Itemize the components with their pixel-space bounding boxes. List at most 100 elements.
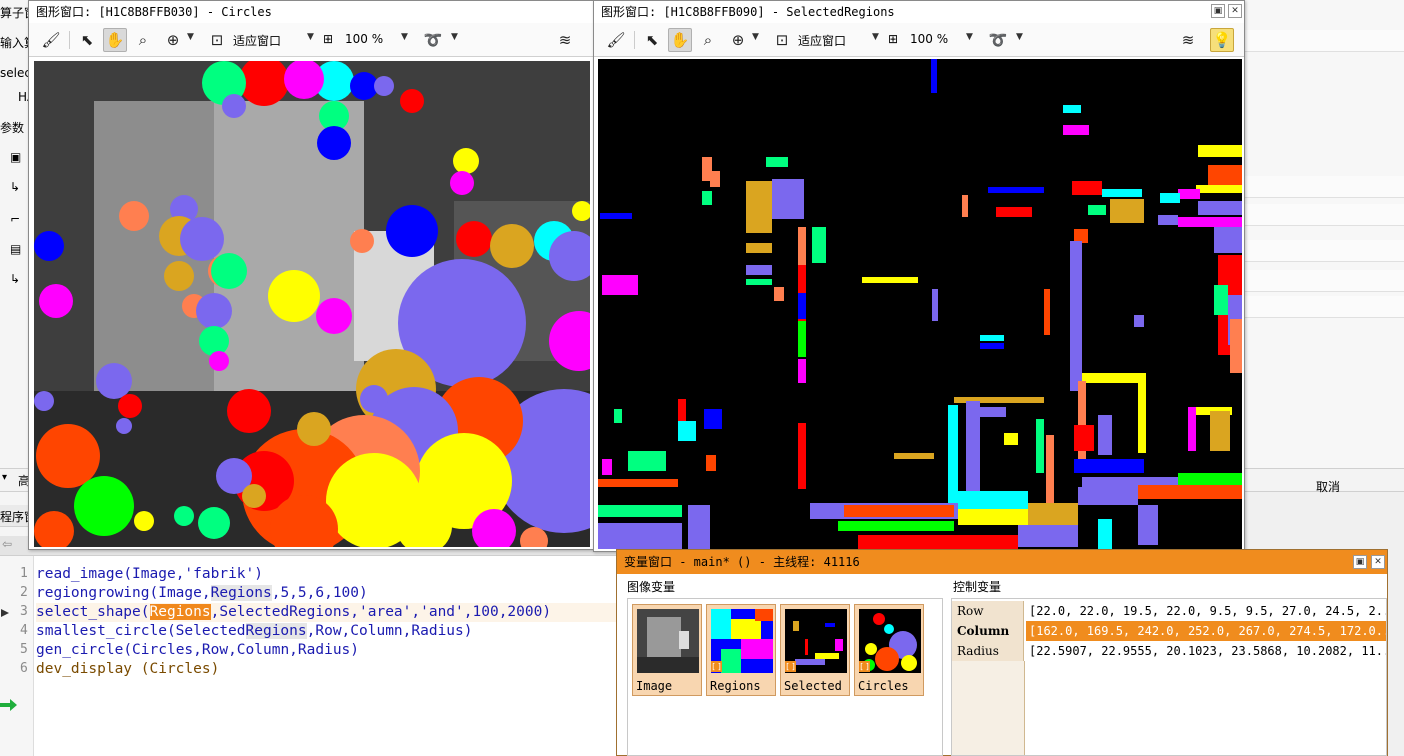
fit-window-button[interactable]: 适应窗口 bbox=[798, 32, 846, 49]
restore-icon[interactable]: ▣ bbox=[1211, 4, 1225, 18]
pointer-icon[interactable]: ⬉ bbox=[75, 28, 99, 52]
chevron-down-icon[interactable]: ▼ bbox=[1016, 32, 1023, 42]
control-vars-label: 控制变量 bbox=[953, 580, 1002, 594]
line-gutter: 1 2 3 4 5 6 bbox=[0, 556, 34, 756]
control-var-row[interactable]: Row [22.0, 22.0, 19.5, 22.0, 9.5, 9.5, 2… bbox=[952, 601, 1386, 621]
window-title: 图形窗口: [H1C8B8FFB030] - Circles bbox=[29, 1, 594, 23]
zoom-level-icon: ⊞ bbox=[323, 32, 334, 46]
code-line-2[interactable]: regiongrowing(Image,Regions,5,5,6,100) bbox=[36, 584, 368, 603]
selected-var-thumb[interactable]: [ ] Selected bbox=[780, 604, 850, 696]
selected-regions-canvas[interactable] bbox=[598, 59, 1242, 549]
zoom-in-icon[interactable]: ⊕ bbox=[726, 28, 750, 52]
lasso-icon[interactable]: ➰ bbox=[986, 28, 1010, 52]
bulb-icon[interactable]: 💡 bbox=[1210, 28, 1234, 52]
code-line-1-text: read_image bbox=[36, 566, 124, 582]
variable-window-title: 变量窗口 - main* () - 主线程: 41116 bbox=[617, 550, 1387, 574]
control-var-row-selected[interactable]: Column [162.0, 169.5, 242.0, 252.0, 267.… bbox=[952, 621, 1386, 641]
lasso-icon[interactable]: ➰ bbox=[421, 28, 445, 52]
param-row bbox=[1244, 296, 1404, 318]
zoom-level-select[interactable]: 100 % bbox=[345, 32, 383, 46]
line-number: 1 bbox=[20, 566, 28, 581]
control-vars-panel: Row [22.0, 22.0, 19.5, 22.0, 9.5, 9.5, 2… bbox=[951, 598, 1387, 756]
hand-icon[interactable]: ✋ bbox=[103, 28, 127, 52]
param-row bbox=[1244, 240, 1404, 262]
control-var-name: Row bbox=[952, 601, 1024, 621]
chevron-down-icon[interactable]: ▼ bbox=[872, 32, 879, 42]
chevron-down-icon[interactable]: ▼ bbox=[451, 32, 458, 42]
regions-var-thumb[interactable]: [ ] Regions bbox=[706, 604, 776, 696]
control-var-value: [162.0, 169.5, 242.0, 252.0, 267.0, 274.… bbox=[1026, 621, 1386, 641]
graphics-window-circles[interactable]: 图形窗口: [H1C8B8FFB030] - Circles 🖌 ⬉ ✋ ⌕ ⊕… bbox=[28, 0, 595, 550]
chevron-down-icon[interactable]: ▼ bbox=[966, 32, 973, 42]
hand-icon[interactable]: ✋ bbox=[668, 28, 692, 52]
layers-icon[interactable]: ≋ bbox=[1176, 28, 1200, 52]
image-vars-panel: Image [ ] Regions [ ] Selected [ ] Circl… bbox=[627, 598, 943, 756]
code-line-4-post: ,Row,Column,Radius) bbox=[306, 623, 473, 639]
zoom-level-select[interactable]: 100 % bbox=[910, 32, 948, 46]
param-label: 参数 bbox=[0, 121, 25, 135]
graphics-toolbar: 🖌 ⬉ ✋ ⌕ ⊕ ▼ ⊡ 适应窗口 ▼ ⊞ 100 % ▼ ➰ ▼ ≋ 💡 bbox=[594, 23, 1244, 57]
code-line-4-pre: smallest_circle(Selected bbox=[36, 623, 246, 639]
toolbar-divider bbox=[634, 31, 635, 49]
graphics-window-selected-regions[interactable]: 图形窗口: [H1C8B8FFB090] - SelectedRegions ▣… bbox=[593, 0, 1245, 552]
brush-icon[interactable]: 🖌 bbox=[604, 28, 628, 52]
region-tag-icon: [ ] bbox=[711, 661, 722, 672]
magnify-icon[interactable]: ⌕ bbox=[131, 28, 155, 52]
code-line-2-post: ,5,5,6,100) bbox=[271, 585, 368, 601]
param-row bbox=[1244, 204, 1404, 226]
code-line-3-selected-var: Regions bbox=[149, 604, 211, 620]
line-number: 2 bbox=[20, 585, 28, 600]
circles-var-name: Circles bbox=[858, 679, 909, 693]
close-icon[interactable]: ✕ bbox=[1371, 555, 1385, 569]
zoom-in-icon[interactable]: ⊕ bbox=[161, 28, 185, 52]
chevron-down-icon[interactable]: ▼ bbox=[307, 32, 314, 42]
layers-icon[interactable]: ≋ bbox=[553, 28, 577, 52]
region-tag-icon: [ ] bbox=[859, 661, 870, 672]
code-line-6[interactable]: dev_display (Circles) bbox=[36, 660, 219, 679]
line-number: 5 bbox=[20, 642, 28, 657]
restore-icon[interactable]: ▣ bbox=[1353, 555, 1367, 569]
control-var-row[interactable]: Radius [22.5907, 22.9555, 20.1023, 23.58… bbox=[952, 641, 1386, 661]
code-line-3[interactable]: select_shape(Regions,SelectedRegions,'ar… bbox=[36, 603, 620, 622]
regions-var-name: Regions bbox=[710, 679, 761, 693]
code-line-2-var: Regions bbox=[210, 585, 272, 601]
fit-window-button[interactable]: 适应窗口 bbox=[233, 32, 281, 49]
chevron-down-icon[interactable]: ▼ bbox=[401, 32, 408, 42]
circles-image-canvas[interactable] bbox=[34, 61, 590, 547]
line-number: 3 bbox=[20, 604, 28, 619]
region-param-icon: ▤ bbox=[10, 242, 22, 256]
cancel-button[interactable]: 取消 bbox=[1316, 478, 1340, 495]
brush-icon[interactable]: 🖌 bbox=[39, 28, 63, 52]
code-line-4[interactable]: smallest_circle(SelectedRegions,Row,Colu… bbox=[36, 622, 473, 641]
line-number: 4 bbox=[20, 623, 28, 638]
insert-marker-icon bbox=[1, 609, 9, 617]
arrow-param-icon-2: ↳ bbox=[10, 272, 21, 286]
close-icon[interactable]: ✕ bbox=[1228, 4, 1242, 18]
param-row bbox=[1244, 30, 1404, 52]
image-var-name: Image bbox=[636, 679, 673, 693]
corner-param-icon: ⌐ bbox=[10, 212, 21, 226]
variable-window[interactable]: 变量窗口 - main* () - 主线程: 41116 ▣ ✕ 图像变量 控制… bbox=[616, 549, 1388, 756]
chevron-down-icon[interactable]: ▼ bbox=[752, 32, 759, 42]
pointer-icon[interactable]: ⬉ bbox=[640, 28, 664, 52]
code-line-1[interactable]: read_image(Image,'fabrik') bbox=[36, 565, 263, 584]
code-line-3-fn: select_shape( bbox=[36, 604, 150, 620]
window-title: 图形窗口: [H1C8B8FFB090] - SelectedRegions bbox=[594, 1, 1244, 23]
program-counter-arrow-icon bbox=[0, 699, 17, 711]
image-param-icon: ▣ bbox=[10, 150, 22, 164]
magnify-icon[interactable]: ⌕ bbox=[696, 28, 720, 52]
chevron-down-icon[interactable]: ▾ bbox=[2, 472, 7, 483]
code-line-3-rest: ,SelectedRegions,'area','and',100,2000) bbox=[210, 604, 552, 620]
chevron-down-icon[interactable]: ▼ bbox=[187, 32, 194, 42]
region-tag-icon: [ ] bbox=[785, 661, 796, 672]
fit-window-icon[interactable]: ⊡ bbox=[205, 28, 229, 52]
line-number: 6 bbox=[20, 661, 28, 676]
circles-var-thumb[interactable]: [ ] Circles bbox=[854, 604, 924, 696]
code-line-5[interactable]: gen_circle(Circles,Row,Column,Radius) bbox=[36, 641, 359, 660]
image-var-thumb[interactable]: Image bbox=[632, 604, 702, 696]
fit-window-icon[interactable]: ⊡ bbox=[770, 28, 794, 52]
code-line-4-var: Regions bbox=[245, 623, 307, 639]
select-label: selec bbox=[0, 66, 31, 80]
back-icon[interactable]: ⇦ bbox=[2, 537, 12, 551]
param-row bbox=[1244, 270, 1404, 292]
